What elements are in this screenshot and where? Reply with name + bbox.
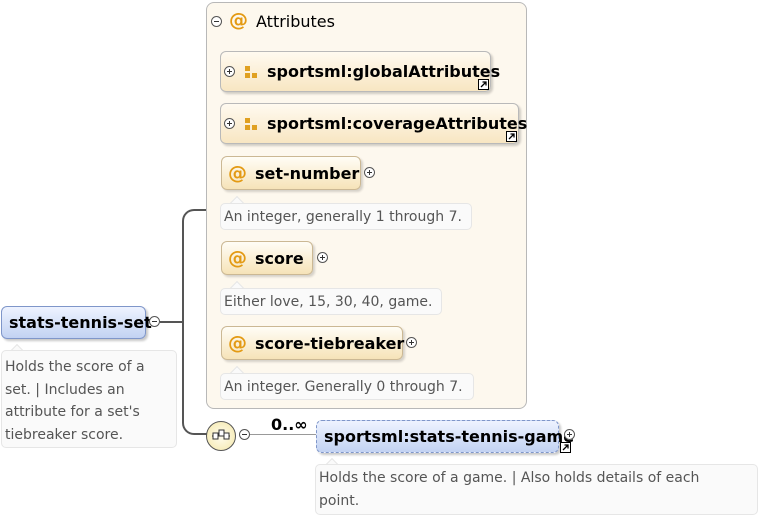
- doc-score: Either love, 15, 30, 40, game.: [220, 288, 442, 315]
- expand-toggle-coverage-attributes[interactable]: [224, 118, 235, 129]
- attributes-collapse-toggle[interactable]: [211, 16, 222, 27]
- at-icon: @: [228, 162, 247, 184]
- collapse-toggle-stats-tennis-set[interactable]: [149, 316, 160, 327]
- doc-line: set. | Includes an: [5, 381, 125, 398]
- sequence-icon: [212, 429, 230, 440]
- expand-toggle-stats-tennis-game[interactable]: [564, 429, 575, 440]
- sequence-cardinality: 0..∞: [271, 415, 308, 434]
- at-icon: @: [228, 247, 247, 269]
- doc-stats-tennis-game: Holds the score of a game. | Also holds …: [315, 464, 758, 515]
- attributes-title: Attributes: [256, 12, 335, 31]
- connector-root-to-branch: [160, 321, 183, 323]
- doc-set-number: An integer, generally 1 through 7.: [220, 203, 472, 230]
- attribute-score-tiebreaker-label: score-tiebreaker: [255, 333, 405, 353]
- expand-toggle-score-tiebreaker[interactable]: [406, 337, 417, 348]
- doc-line: Holds the score of a: [5, 359, 145, 375]
- doc-line: Holds the score of a game. | Also holds …: [319, 470, 700, 486]
- expand-toggle-score[interactable]: [317, 252, 328, 263]
- ref-coverage-attributes[interactable]: sportsml:coverageAttributes: [220, 103, 527, 144]
- element-stats-tennis-set-label: stats-tennis-set: [9, 313, 152, 332]
- element-stats-tennis-set[interactable]: stats-tennis-set: [1, 306, 152, 339]
- collapse-toggle-sequence[interactable]: [239, 429, 250, 440]
- element-stats-tennis-game[interactable]: sportsml:stats-tennis-game: [316, 420, 574, 453]
- ref-global-attributes-label: sportsml:globalAttributes: [267, 62, 501, 81]
- attribute-group-icon: [245, 117, 257, 130]
- doc-line: point.: [319, 493, 360, 509]
- reference-arrow-icon: [560, 442, 571, 453]
- at-icon: @: [228, 332, 247, 354]
- doc-line: tiebreaker score.: [5, 426, 124, 443]
- sequence-compositor[interactable]: [206, 421, 236, 451]
- ref-coverage-attributes-label: sportsml:coverageAttributes: [267, 114, 528, 133]
- connector-sequence-to-child: [250, 434, 316, 435]
- doc-score-tiebreaker: An integer. Generally 0 through 7.: [220, 373, 474, 400]
- attributes-at-icon: @: [229, 9, 248, 31]
- reference-arrow-icon: [506, 131, 517, 142]
- attribute-score-tiebreaker[interactable]: @ score-tiebreaker: [221, 326, 405, 360]
- attribute-score-label: score: [255, 248, 304, 268]
- ref-global-attributes[interactable]: sportsml:globalAttributes: [220, 51, 500, 92]
- expand-toggle-global-attributes[interactable]: [224, 66, 235, 77]
- doc-stats-tennis-set: Holds the score of a set. | Includes an …: [1, 350, 177, 448]
- expand-toggle-set-number[interactable]: [364, 167, 375, 178]
- attribute-score[interactable]: @ score: [221, 241, 313, 275]
- reference-arrow-icon: [478, 79, 489, 90]
- doc-line: attribute for a set's: [5, 404, 140, 420]
- element-stats-tennis-game-label: sportsml:stats-tennis-game: [324, 427, 575, 446]
- attribute-set-number-label: set-number: [255, 163, 360, 183]
- attribute-set-number[interactable]: @ set-number: [221, 156, 361, 190]
- attribute-group-icon: [245, 65, 257, 78]
